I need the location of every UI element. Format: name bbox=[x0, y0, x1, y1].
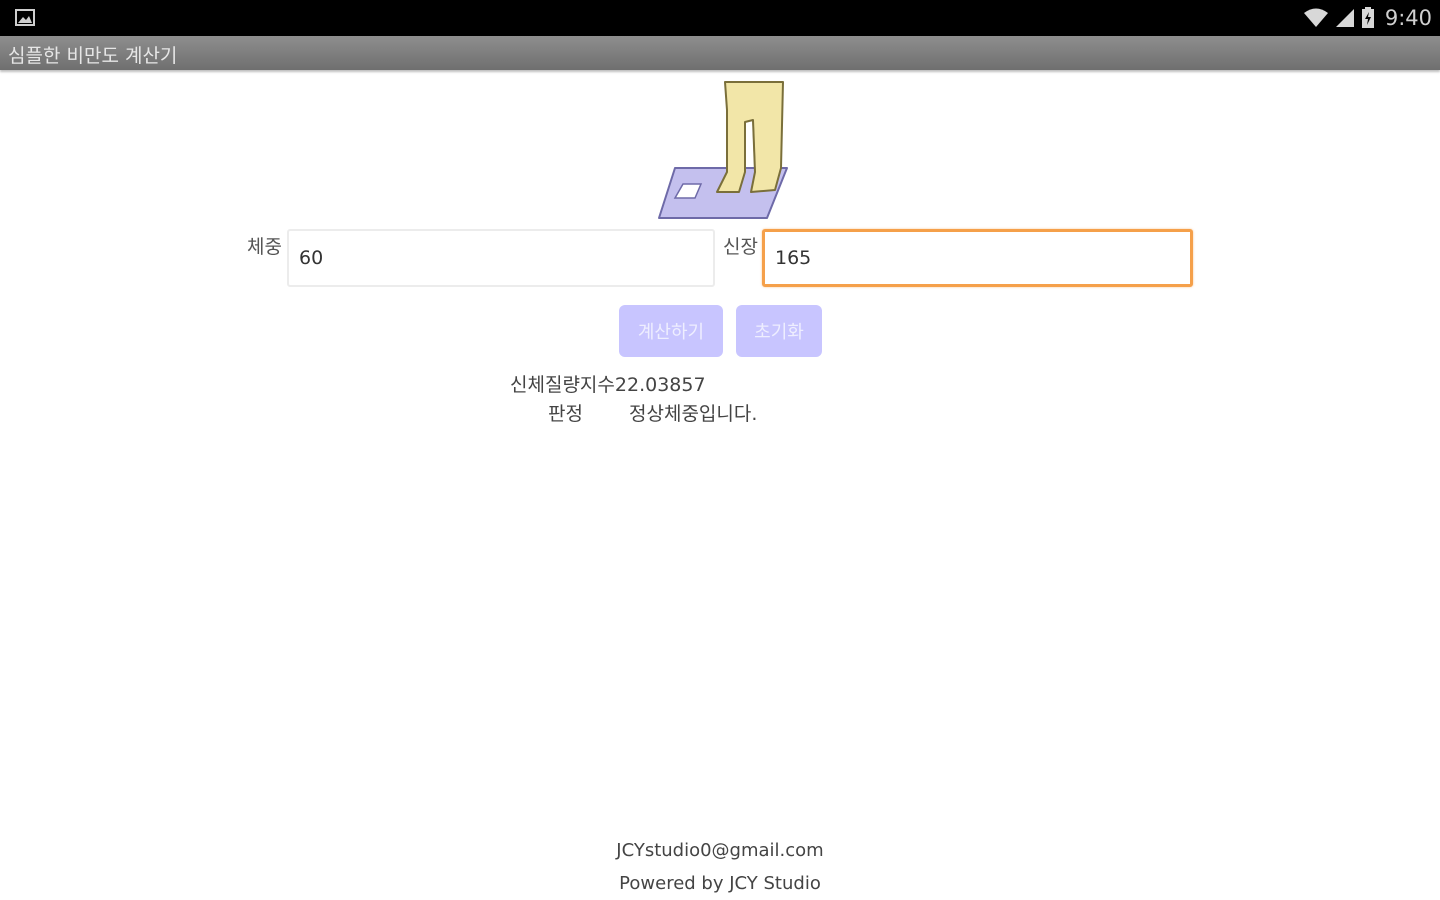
weight-label: 체중 bbox=[247, 236, 282, 258]
gallery-notification-icon bbox=[15, 9, 35, 26]
height-label: 신장 bbox=[723, 236, 758, 258]
verdict-label: 판정 bbox=[548, 403, 583, 425]
app-title: 심플한 비만도 계산기 bbox=[8, 45, 178, 67]
status-icons: 9:40 bbox=[1303, 0, 1432, 36]
verdict-result: 판정 정상체중입니다. bbox=[548, 399, 757, 426]
battery-icon bbox=[1361, 7, 1374, 28]
footer-powered-by: Powered by JCY Studio bbox=[619, 873, 821, 894]
bmi-result: 신체질량지수22.03857 bbox=[510, 370, 706, 397]
status-bar: 9:40 bbox=[0, 0, 1440, 36]
footer-email: JCYstudio0@gmail.com bbox=[616, 840, 824, 861]
bmi-label: 신체질량지수 bbox=[510, 374, 615, 396]
reset-button[interactable]: 초기화 bbox=[736, 305, 822, 357]
wifi-icon bbox=[1303, 8, 1328, 27]
verdict-value: 정상체중입니다. bbox=[629, 403, 758, 425]
app-title-bar: 심플한 비만도 계산기 bbox=[0, 36, 1440, 70]
person-on-scale-icon bbox=[658, 81, 788, 219]
calculate-button[interactable]: 계산하기 bbox=[619, 305, 723, 357]
weight-input[interactable] bbox=[287, 229, 715, 287]
bmi-value: 22.03857 bbox=[614, 374, 706, 396]
status-time: 9:40 bbox=[1384, 6, 1432, 30]
signal-icon bbox=[1335, 9, 1354, 27]
height-input[interactable] bbox=[762, 229, 1193, 287]
